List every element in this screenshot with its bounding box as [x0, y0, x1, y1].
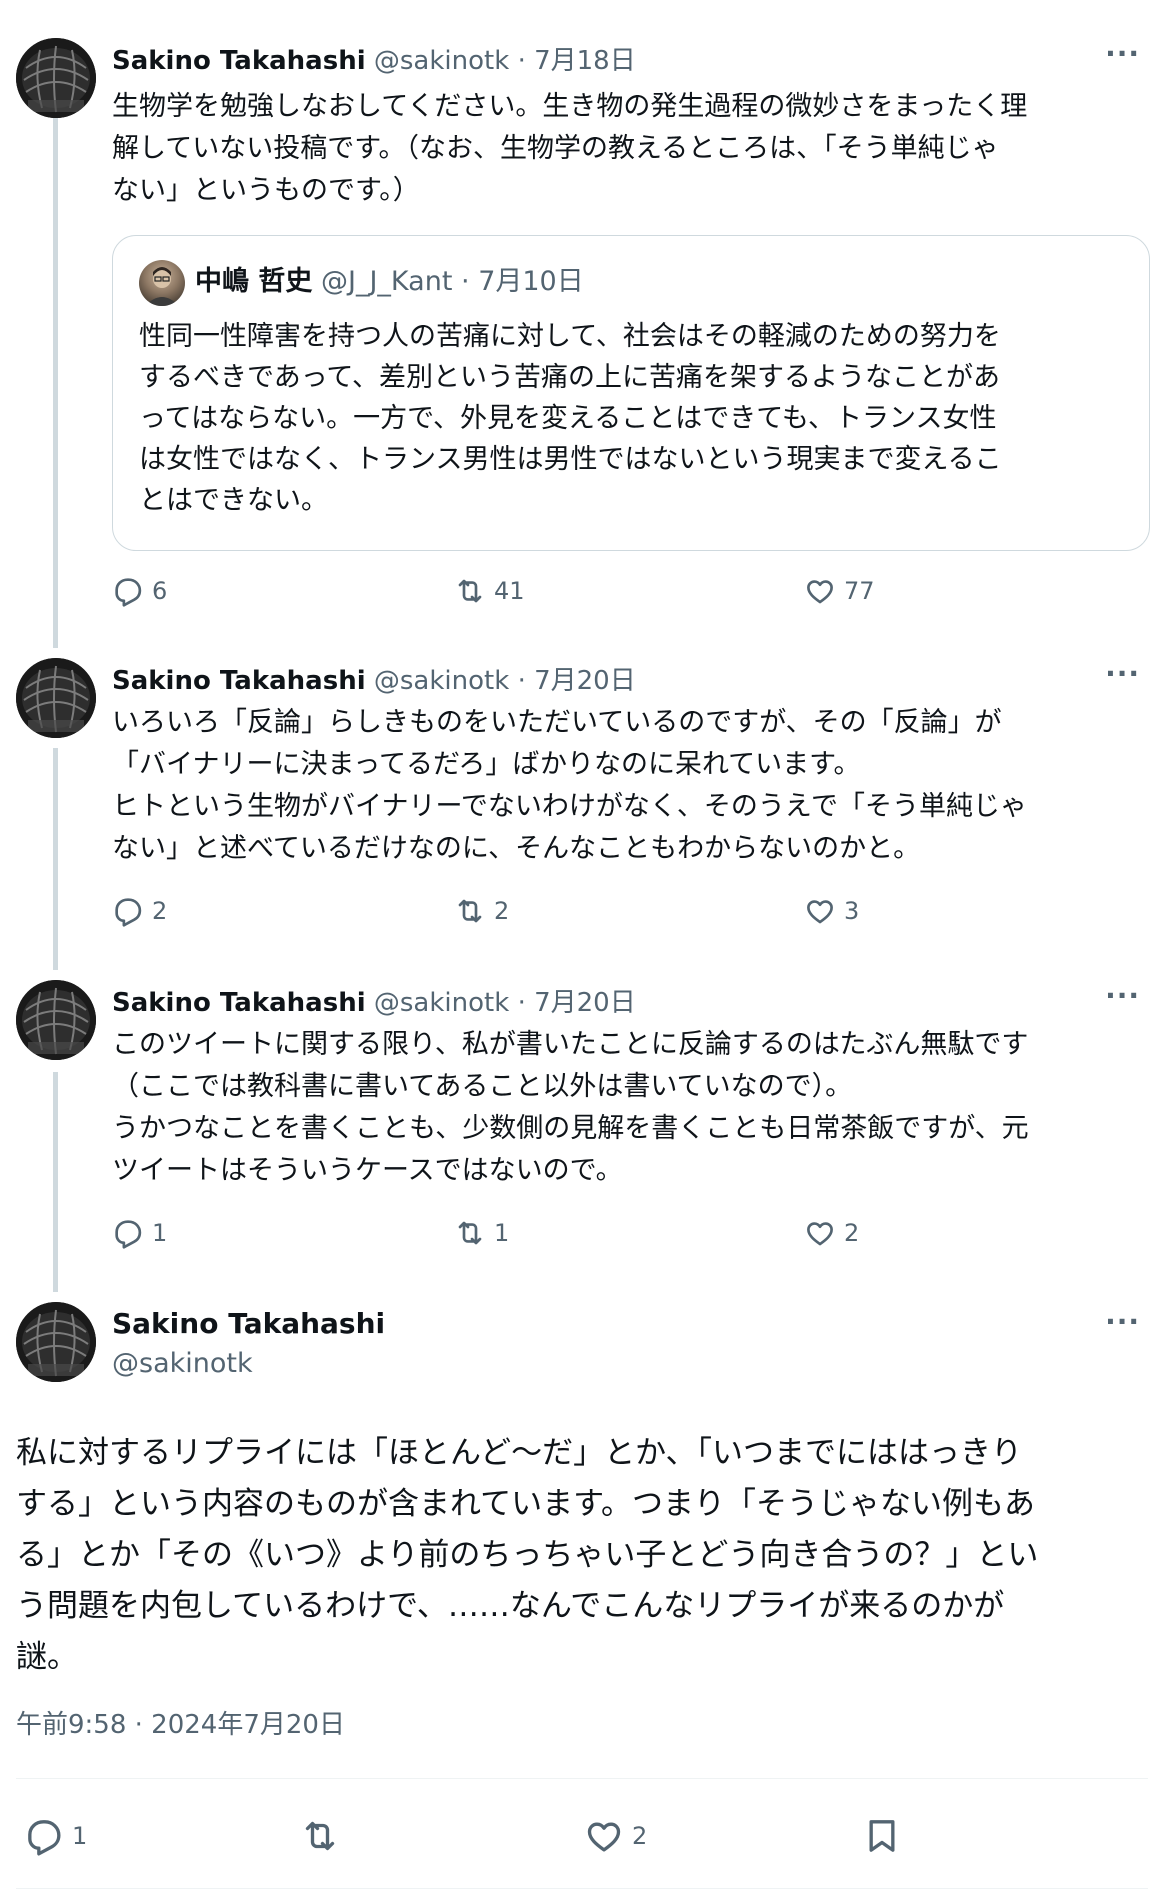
- retweet-icon: [454, 1217, 486, 1249]
- like-count: 2: [632, 1822, 648, 1850]
- tweet-actions: 1 2: [16, 1810, 1148, 1862]
- retweet-icon: [454, 575, 486, 607]
- reply-icon: [112, 1217, 144, 1249]
- more-icon[interactable]: ···: [1105, 1308, 1140, 1336]
- reply-button[interactable]: 6: [112, 571, 167, 611]
- retweet-icon: [454, 895, 486, 927]
- tweet-text: いろいろ「反論」らしきものをいただいているのですが、その「反論」が 「バイナリー…: [112, 707, 1028, 864]
- display-name[interactable]: Sakino Takahashi: [112, 666, 366, 696]
- bookmark-button[interactable]: [862, 1810, 902, 1862]
- quoted-text: 性同一性障害を持つ人の苦痛に対して、社会はその軽減のための努力を するべきであっ…: [139, 321, 1002, 516]
- tweet-actions: 6 41 77: [112, 571, 972, 611]
- tweet-text: 私に対するリプライには「ほとんど〜だ」とか、「いつまでにははっきり する」という…: [16, 1435, 1039, 1675]
- like-button[interactable]: 2: [804, 1213, 859, 1253]
- reply-icon: [24, 1816, 64, 1856]
- reply-count: 1: [152, 1219, 168, 1247]
- tweet-text: 生物学を勉強しなおしてください。生き物の発生過程の微妙さをまったく理 解していな…: [112, 91, 1028, 206]
- heart-icon: [804, 895, 836, 927]
- heart-icon: [584, 1816, 624, 1856]
- retweet-button[interactable]: 1: [454, 1213, 509, 1253]
- display-name[interactable]: Sakino Takahashi: [112, 46, 366, 76]
- reply-icon: [112, 895, 144, 927]
- quoted-header: 中嶋 哲史 @J_J_Kant · 7月10日: [195, 262, 584, 302]
- display-name: 中嶋 哲史: [195, 266, 313, 297]
- thread-connector: [53, 100, 58, 648]
- divider: [16, 1888, 1148, 1889]
- handle[interactable]: @sakinotk: [374, 46, 509, 76]
- tweet-date: 7月10日: [478, 266, 584, 297]
- retweet-count: 41: [494, 577, 525, 605]
- more-icon[interactable]: ···: [1105, 40, 1140, 68]
- retweet-button[interactable]: 2: [454, 891, 509, 931]
- retweet-button[interactable]: 41: [454, 571, 525, 611]
- retweet-count: 2: [494, 897, 510, 925]
- display-name[interactable]: Sakino Takahashi: [112, 988, 366, 1018]
- retweet-count: 1: [494, 1219, 510, 1247]
- more-icon[interactable]: ···: [1105, 982, 1140, 1010]
- reply-button[interactable]: 2: [112, 891, 167, 931]
- reply-count: 6: [152, 577, 168, 605]
- more-icon[interactable]: ···: [1105, 660, 1140, 688]
- avatar[interactable]: [16, 38, 96, 118]
- handle: @J_J_Kant: [321, 266, 453, 297]
- tweet-header: Sakino Takahashi @sakinotk · 7月20日: [112, 986, 1144, 1020]
- tweet-actions: 1 1 2: [112, 1213, 972, 1253]
- reply-button[interactable]: 1: [24, 1810, 87, 1862]
- tweet-date[interactable]: 7月20日: [534, 988, 636, 1018]
- separator: ·: [517, 46, 526, 76]
- display-name[interactable]: Sakino Takahashi: [112, 1306, 385, 1342]
- like-button[interactable]: 3: [804, 891, 859, 931]
- reply-icon: [112, 575, 144, 607]
- bookmark-icon: [862, 1816, 902, 1856]
- separator: ·: [517, 666, 526, 696]
- retweet-icon: [300, 1816, 340, 1856]
- avatar[interactable]: [16, 980, 96, 1060]
- like-button[interactable]: 2: [584, 1810, 647, 1862]
- separator: ·: [461, 266, 470, 297]
- tweet-text: このツイートに関する限り、私が書いたことに反論するのはたぶん無駄です （ここでは…: [112, 1029, 1029, 1186]
- like-count: 3: [844, 897, 860, 925]
- retweet-button[interactable]: [300, 1810, 340, 1862]
- like-button[interactable]: 77: [804, 571, 875, 611]
- quoted-tweet[interactable]: 中嶋 哲史 @J_J_Kant · 7月10日 性同一性障害を持つ人の苦痛に対し…: [112, 235, 1150, 551]
- handle[interactable]: @sakinotk: [374, 988, 509, 1018]
- focused-tweet: Sakino Takahashi @sakinotk ··· 私に対するリプライ…: [0, 1302, 1164, 1893]
- tweet-header: Sakino Takahashi @sakinotk · 7月18日: [112, 44, 1144, 78]
- heart-icon: [804, 1217, 836, 1249]
- heart-icon: [804, 575, 836, 607]
- like-count: 77: [844, 577, 875, 605]
- tweet-date[interactable]: 7月18日: [534, 46, 636, 76]
- avatar[interactable]: [16, 1302, 96, 1382]
- thread-connector: [53, 1072, 58, 1292]
- handle[interactable]: @sakinotk: [112, 1346, 253, 1382]
- tweet-date[interactable]: 7月20日: [534, 666, 636, 696]
- avatar[interactable]: [16, 658, 96, 738]
- like-count: 2: [844, 1219, 860, 1247]
- separator: ·: [517, 988, 526, 1018]
- tweet-actions: 2 2 3: [112, 891, 972, 931]
- reply-count: 1: [72, 1822, 88, 1850]
- timestamp[interactable]: 午前9:58 · 2024年7月20日: [16, 1708, 345, 1742]
- reply-button[interactable]: 1: [112, 1213, 167, 1253]
- avatar: [139, 260, 185, 306]
- tweet-header: Sakino Takahashi @sakinotk · 7月20日: [112, 664, 1144, 698]
- divider: [16, 1778, 1148, 1779]
- thread-connector: [53, 748, 58, 970]
- handle[interactable]: @sakinotk: [374, 666, 509, 696]
- reply-count: 2: [152, 897, 168, 925]
